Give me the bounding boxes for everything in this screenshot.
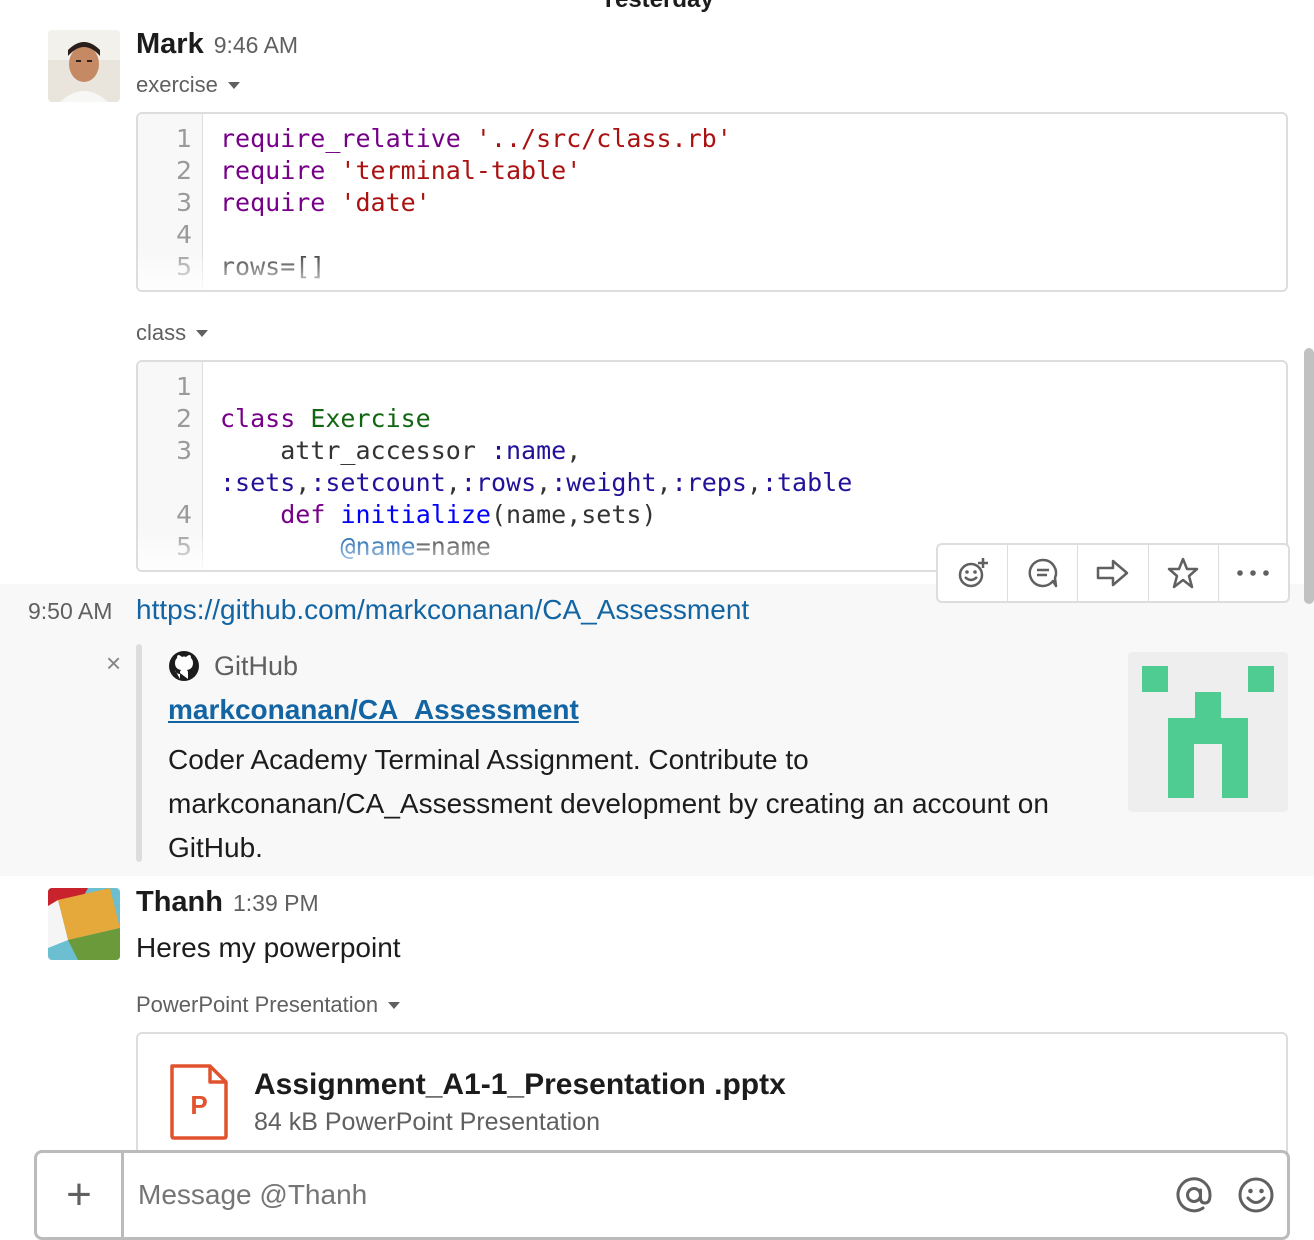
unfurl-title-link[interactable]: markconanan/CA_Assessment (168, 694, 579, 726)
code-line: attr_accessor :name, (220, 436, 582, 465)
github-icon (169, 651, 199, 681)
mention-button[interactable] (1163, 1153, 1225, 1237)
unfurl-service-name: GitHub (214, 650, 299, 681)
code-line: require 'terminal-table' (220, 156, 582, 185)
unfurl-description-line: markconanan/CA_Assessment development by… (168, 788, 1049, 819)
message-header-mark: Mark 9:46 AM (136, 28, 298, 61)
snippet-title-text: class (136, 320, 187, 345)
file-meta: 84 kB PowerPoint Presentation (254, 1108, 601, 1136)
code-line: require_relative '../src/class.rb' (220, 124, 732, 153)
message-composer: + (34, 1150, 1290, 1240)
star-icon (1167, 557, 1199, 589)
line-number: 2 (176, 404, 192, 433)
unfurl-description: Coder Academy Terminal Assignment. Contr… (168, 738, 1108, 870)
file-attachment-card[interactable]: P Assignment_A1-1_Presentation .pptx 84 … (136, 1032, 1288, 1166)
message-timestamp[interactable]: 9:50 AM (28, 598, 112, 625)
file-icon-letter: P (190, 1090, 208, 1120)
line-number: 4 (176, 220, 192, 249)
file-name[interactable]: Assignment_A1-1_Presentation .pptx (254, 1068, 786, 1102)
close-icon[interactable]: × (106, 648, 121, 679)
more-actions-button[interactable] (1219, 545, 1288, 601)
line-number: 3 (176, 188, 192, 217)
message-actions-toolbar (936, 543, 1290, 603)
message-link[interactable]: https://github.com/markconanan/CA_Assess… (136, 594, 749, 626)
star-message-button[interactable] (1149, 545, 1219, 601)
line-number: 1 (176, 124, 192, 153)
snippet-fade (138, 250, 1286, 290)
share-message-icon (1096, 559, 1129, 587)
code-line: :sets,:setcount,:rows,:weight,:reps,:tab… (220, 468, 853, 497)
code-line: class Exercise (220, 404, 431, 433)
add-reaction-button[interactable] (938, 545, 1009, 601)
chevron-down-icon[interactable] (388, 1001, 401, 1009)
file-title[interactable]: PowerPoint Presentation (136, 992, 401, 1018)
sender-name[interactable]: Thanh (136, 886, 223, 919)
reply-thread-icon (1028, 558, 1058, 588)
at-mention-icon (1176, 1177, 1212, 1213)
unfurl-service: GitHub (168, 650, 298, 682)
code-snippet-exercise[interactable]: 1 2 3 4 5 require_relative '../src/class… (136, 112, 1288, 292)
identicon-image (1142, 666, 1274, 798)
code-snippet-class[interactable]: 1 2 3 4 5 class Exercise attr_accessor :… (136, 360, 1288, 572)
chevron-down-icon[interactable] (196, 329, 209, 337)
more-actions-icon (1237, 570, 1270, 576)
message-text: Heres my powerpoint (136, 932, 401, 963)
message-timestamp[interactable]: 1:39 PM (233, 890, 319, 917)
line-number: 4 (176, 500, 192, 529)
unfurl-description-line: Coder Academy Terminal Assignment. Contr… (168, 744, 809, 775)
add-attachment-button[interactable]: + (37, 1153, 124, 1237)
day-divider: Yesterday (0, 0, 1314, 14)
reply-thread-button[interactable] (1008, 545, 1079, 601)
sender-name[interactable]: Mark (136, 28, 204, 61)
scrollbar-thumb[interactable] (1304, 348, 1314, 604)
file-title-text: PowerPoint Presentation (136, 992, 379, 1017)
code-line: def initialize(name,sets) (280, 500, 657, 529)
repo-identicon-thumbnail[interactable] (1128, 652, 1288, 812)
snippet-title-class[interactable]: class (136, 320, 209, 346)
message-input[interactable] (124, 1153, 1163, 1237)
chevron-down-icon[interactable] (227, 81, 240, 89)
code-line: require 'date' (220, 188, 431, 217)
avatar-thanh[interactable] (48, 888, 120, 960)
snippet-title-exercise[interactable]: exercise (136, 72, 240, 98)
line-number: 3 (176, 436, 192, 465)
line-number: 1 (176, 372, 192, 401)
attachment-border (136, 644, 142, 862)
emoji-picker-button[interactable] (1225, 1153, 1287, 1237)
share-message-button[interactable] (1078, 545, 1149, 601)
avatar-mark[interactable] (48, 30, 120, 102)
message-header-thanh: Thanh 1:39 PM (136, 886, 319, 919)
unfurl-description-line: GitHub. (168, 832, 263, 863)
snippet-title-text: exercise (136, 72, 218, 97)
emoji-icon (1238, 1177, 1274, 1213)
add-reaction-icon (958, 558, 988, 588)
message-timestamp[interactable]: 9:46 AM (214, 32, 298, 59)
line-number: 2 (176, 156, 192, 185)
